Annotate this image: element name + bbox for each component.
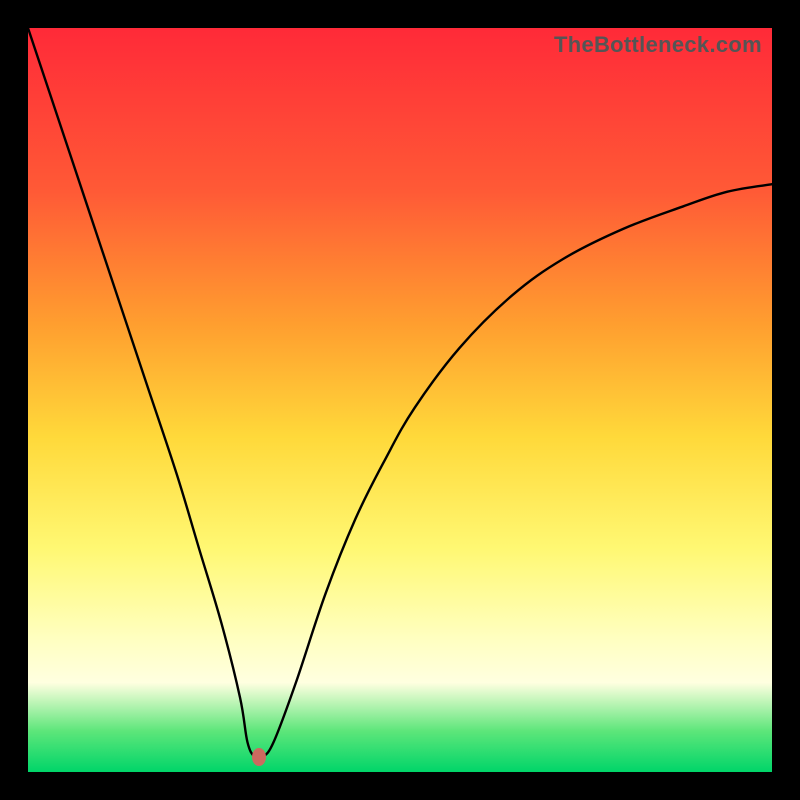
chart-frame: TheBottleneck.com xyxy=(0,0,800,800)
minimum-marker xyxy=(252,748,266,766)
curve-svg xyxy=(28,28,772,772)
bottleneck-curve-path xyxy=(28,28,772,759)
plot-area: TheBottleneck.com xyxy=(28,28,772,772)
